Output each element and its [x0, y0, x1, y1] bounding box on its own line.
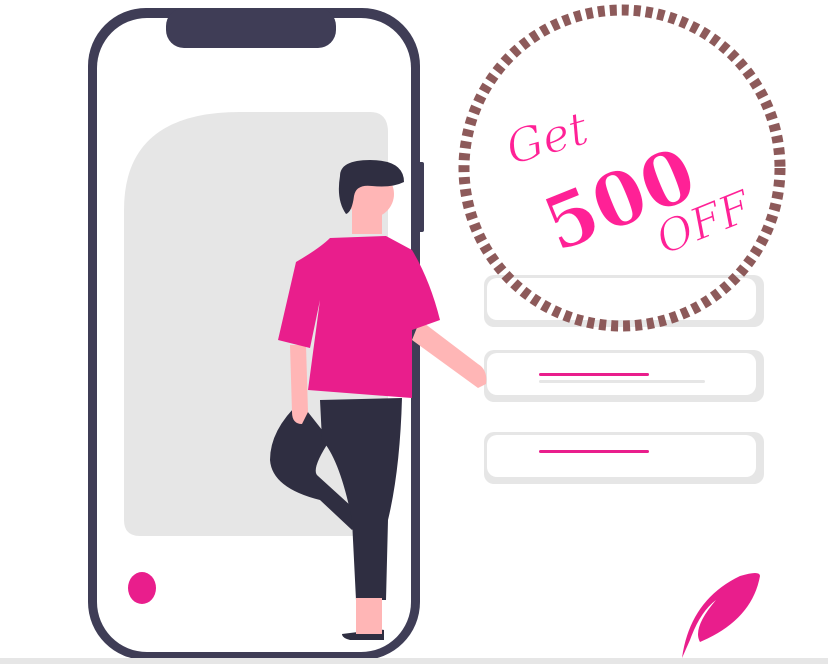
phone-side-button	[418, 162, 424, 232]
promo-illustration: Get 500 OFF	[0, 0, 828, 664]
illustration-svg: Get 500 OFF	[88, 4, 786, 660]
ground-line	[0, 658, 828, 664]
phone-dot	[128, 572, 156, 604]
promo-get-text: Get	[500, 101, 595, 176]
phone-notch	[166, 8, 336, 48]
leaf-decoration	[682, 573, 760, 658]
